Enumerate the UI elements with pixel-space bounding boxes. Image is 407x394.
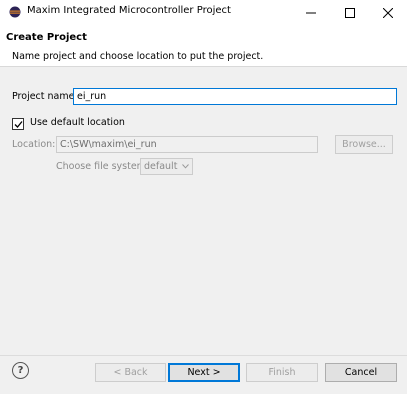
cancel-button[interactable]: Cancel: [325, 363, 397, 382]
finish-button[interactable]: Finish: [246, 363, 318, 382]
close-window-button[interactable]: [369, 0, 407, 25]
location-label: Location:: [12, 139, 56, 150]
window-title: Maxim Integrated Microcontroller Project: [27, 5, 231, 16]
project-name-label: Project name:: [12, 91, 78, 102]
use-default-location-label: Use default location: [30, 117, 125, 128]
next-button[interactable]: Next >: [168, 363, 240, 382]
minimize-icon: [306, 12, 316, 13]
checkmark-icon: [14, 120, 23, 128]
use-default-location-checkbox[interactable]: [12, 118, 24, 130]
minimize-button[interactable]: [292, 0, 330, 25]
project-name-input[interactable]: [73, 88, 397, 105]
file-system-select[interactable]: default: [140, 158, 193, 175]
file-system-value: default: [144, 161, 178, 172]
browse-button[interactable]: Browse...: [335, 135, 393, 154]
wizard-footer: ? < Back Next > Finish Cancel: [0, 355, 407, 394]
page-title: Create Project: [6, 32, 87, 43]
wizard-content: Project name: Use default location Locat…: [0, 67, 407, 355]
page-description: Name project and choose location to put …: [12, 51, 264, 62]
help-button[interactable]: ?: [12, 362, 29, 379]
maximize-button[interactable]: [331, 0, 369, 25]
maximize-icon: [345, 7, 355, 18]
close-icon: [383, 7, 393, 18]
wizard-header: Create Project Name project and choose l…: [0, 27, 407, 67]
chevron-down-icon: [182, 164, 189, 169]
file-system-label: Choose file system:: [56, 161, 150, 172]
back-button[interactable]: < Back: [95, 363, 166, 382]
eclipse-icon: [9, 6, 21, 18]
title-bar: Maxim Integrated Microcontroller Project: [0, 0, 407, 27]
help-icon: ?: [17, 365, 24, 376]
location-input[interactable]: [56, 136, 318, 153]
